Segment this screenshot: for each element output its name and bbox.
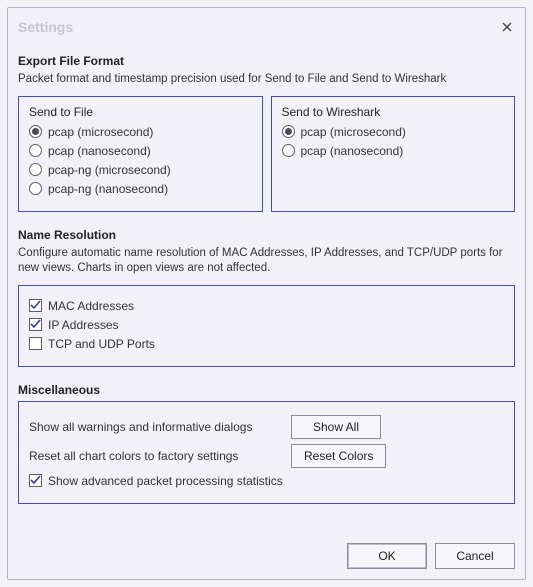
radio-ws-pcap-ns[interactable]: pcap (nanosecond) — [282, 144, 505, 158]
checkbox-stats[interactable]: Show advanced packet processing statisti… — [29, 474, 504, 488]
checkbox-ports[interactable]: TCP and UDP Ports — [29, 337, 504, 351]
send-to-file-panel: Send to File pcap (microsecond) pcap (na… — [18, 96, 263, 212]
radio-file-pcap-ns[interactable]: pcap (nanosecond) — [29, 144, 252, 158]
radio-label: pcap-ng (nanosecond) — [48, 182, 168, 196]
radio-label: pcap (nanosecond) — [301, 144, 404, 158]
checkbox-label: Show advanced packet processing statisti… — [48, 474, 283, 488]
radio-icon — [282, 144, 295, 157]
radio-file-pcapng-us[interactable]: pcap-ng (microsecond) — [29, 163, 252, 177]
radio-icon — [282, 125, 295, 138]
checkbox-icon — [29, 318, 42, 331]
settings-window: Settings Export File Format Packet forma… — [7, 7, 526, 580]
radio-icon — [29, 125, 42, 138]
show-warnings-label: Show all warnings and informative dialog… — [29, 420, 279, 434]
export-heading: Export File Format — [18, 54, 515, 68]
send-to-file-title: Send to File — [29, 105, 252, 119]
titlebar: Settings — [18, 16, 515, 38]
checkbox-icon — [29, 299, 42, 312]
send-to-wireshark-title: Send to Wireshark — [282, 105, 505, 119]
radio-icon — [29, 163, 42, 176]
radio-file-pcap-us[interactable]: pcap (microsecond) — [29, 125, 252, 139]
misc-panel: Show all warnings and informative dialog… — [18, 401, 515, 504]
nameres-desc: Configure automatic name resolution of M… — [18, 246, 515, 277]
checkbox-label: TCP and UDP Ports — [48, 337, 155, 351]
checkbox-label: IP Addresses — [48, 318, 119, 332]
radio-icon — [29, 182, 42, 195]
reset-colors-label: Reset all chart colors to factory settin… — [29, 449, 279, 463]
checkbox-mac[interactable]: MAC Addresses — [29, 299, 504, 313]
close-icon[interactable] — [499, 19, 515, 35]
checkbox-icon — [29, 337, 42, 350]
radio-label: pcap (microsecond) — [301, 125, 406, 139]
show-all-button[interactable]: Show All — [291, 415, 381, 439]
radio-file-pcapng-ns[interactable]: pcap-ng (nanosecond) — [29, 182, 252, 196]
misc-heading: Miscellaneous — [18, 383, 515, 397]
radio-label: pcap (nanosecond) — [48, 144, 151, 158]
nameres-panel: MAC Addresses IP Addresses TCP and UDP P… — [18, 285, 515, 367]
send-to-wireshark-panel: Send to Wireshark pcap (microsecond) pca… — [271, 96, 516, 212]
radio-label: pcap (microsecond) — [48, 125, 153, 139]
checkbox-icon — [29, 474, 42, 487]
ok-button[interactable]: OK — [347, 543, 427, 569]
checkbox-label: MAC Addresses — [48, 299, 134, 313]
radio-label: pcap-ng (microsecond) — [48, 163, 171, 177]
window-title: Settings — [18, 19, 73, 35]
radio-icon — [29, 144, 42, 157]
checkbox-ip[interactable]: IP Addresses — [29, 318, 504, 332]
reset-colors-button[interactable]: Reset Colors — [291, 444, 386, 468]
footer: OK Cancel — [18, 533, 515, 569]
radio-ws-pcap-us[interactable]: pcap (microsecond) — [282, 125, 505, 139]
export-desc: Packet format and timestamp precision us… — [18, 72, 515, 88]
content: Export File Format Packet format and tim… — [18, 38, 515, 533]
nameres-heading: Name Resolution — [18, 228, 515, 242]
cancel-button[interactable]: Cancel — [435, 543, 515, 569]
